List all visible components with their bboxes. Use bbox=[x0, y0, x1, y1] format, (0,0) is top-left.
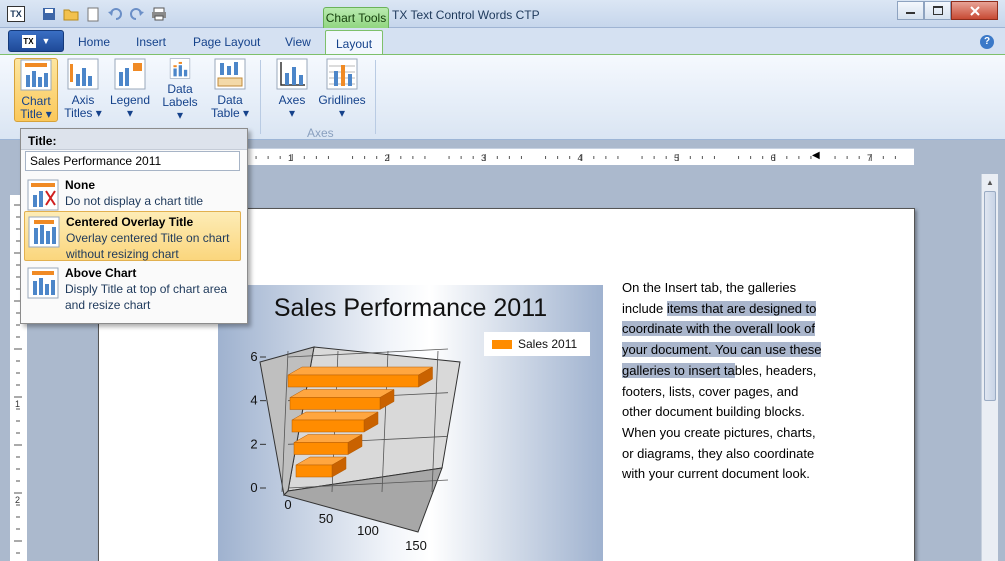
document-paragraph[interactable]: On the Insert tab, the galleries include… bbox=[622, 278, 822, 485]
close-button[interactable] bbox=[951, 1, 998, 20]
gridlines-icon bbox=[326, 58, 358, 90]
ruler-number: 4 bbox=[578, 153, 583, 163]
group-separator bbox=[260, 60, 261, 134]
option-none-title: None bbox=[65, 178, 95, 192]
save-icon[interactable] bbox=[40, 5, 58, 23]
scroll-thumb[interactable] bbox=[984, 191, 996, 401]
chart-bar[interactable] bbox=[291, 411, 379, 433]
chart-tools-context-tab: Chart Tools bbox=[323, 7, 389, 29]
chart-bar[interactable] bbox=[289, 389, 395, 410]
no-title-icon bbox=[27, 179, 59, 211]
axes-button[interactable]: Axes ▾ bbox=[270, 58, 314, 122]
gridlines-label-2: ▾ bbox=[338, 106, 346, 120]
tab-page-layout[interactable]: Page Layout bbox=[193, 35, 260, 49]
axes-icon bbox=[276, 58, 308, 90]
legend-button[interactable]: Legend ▾ bbox=[108, 58, 152, 122]
y-tick-label: 2 bbox=[250, 436, 257, 451]
group-separator-2 bbox=[375, 60, 376, 134]
chart-title-label-2: Title ▾ bbox=[20, 107, 52, 121]
ruler-number: 7 bbox=[867, 153, 872, 163]
tab-home[interactable]: Home bbox=[78, 35, 110, 49]
axes-group-label: Axes bbox=[307, 126, 334, 140]
window-title: TX Text Control Words CTP bbox=[392, 8, 540, 22]
help-icon[interactable]: ? bbox=[980, 35, 994, 49]
centered-overlay-icon bbox=[28, 216, 60, 248]
ruler-number: 5 bbox=[674, 153, 679, 163]
gridlines-button[interactable]: Gridlines ▾ bbox=[316, 58, 368, 122]
print-icon[interactable] bbox=[150, 5, 168, 23]
data-labels-label-2: Labels ▾ bbox=[162, 95, 198, 122]
application-menu-button[interactable]: TX ▼ bbox=[8, 30, 64, 52]
ruler-tab-marker-icon[interactable]: ◀ bbox=[812, 150, 820, 161]
option-above-title: Above Chart bbox=[65, 266, 137, 280]
chart-bar[interactable] bbox=[293, 434, 363, 455]
option-centered-desc: Overlay centered Title on chart without … bbox=[66, 231, 230, 261]
axis-titles-label-2: Titles ▾ bbox=[64, 106, 102, 120]
ruler-number: 2 bbox=[385, 153, 390, 163]
undo-icon[interactable] bbox=[106, 5, 124, 23]
vruler-number: 2 bbox=[15, 495, 20, 505]
tab-insert[interactable]: Insert bbox=[136, 35, 166, 49]
chart-title-input[interactable] bbox=[25, 151, 240, 171]
legend-label-2: ▾ bbox=[126, 106, 134, 120]
vertical-scrollbar[interactable]: ▲ bbox=[981, 174, 998, 561]
option-none-desc: Do not display a chart title bbox=[65, 194, 204, 208]
chart-bar[interactable] bbox=[287, 366, 434, 388]
chevron-down-icon: ▼ bbox=[41, 36, 51, 46]
option-centered-overlay[interactable]: Centered Overlay Title Overlay centered T… bbox=[24, 211, 241, 261]
chart-title-icon bbox=[20, 59, 52, 91]
ruler-number: 1 bbox=[288, 153, 293, 163]
scroll-up-arrow-icon[interactable]: ▲ bbox=[982, 174, 998, 191]
x-tick-label: 0 bbox=[284, 497, 291, 512]
y-tick-label: 4 bbox=[250, 393, 257, 408]
redo-icon[interactable] bbox=[128, 5, 146, 23]
x-tick-label: 150 bbox=[405, 538, 427, 553]
data-labels-icon bbox=[169, 58, 191, 79]
axis-titles-icon bbox=[67, 58, 99, 90]
ruler-number: 3 bbox=[481, 153, 486, 163]
data-table-icon bbox=[214, 58, 246, 90]
data-labels-button[interactable]: Data Labels ▾ bbox=[158, 58, 202, 122]
new-document-icon[interactable] bbox=[84, 5, 102, 23]
minimize-button[interactable] bbox=[897, 1, 924, 20]
text-run-2: bles, headers, footers, lists, cover pag… bbox=[622, 362, 817, 482]
x-tick-label: 50 bbox=[319, 511, 333, 526]
data-table-label-2: Table ▾ bbox=[210, 106, 250, 120]
ruler-number: 6 bbox=[771, 153, 776, 163]
axis-titles-button[interactable]: Axis Titles ▾ bbox=[61, 58, 105, 122]
tab-layout[interactable]: Layout bbox=[325, 30, 384, 55]
option-above-chart[interactable]: Above Chart Disply Title at top of chart … bbox=[24, 263, 241, 313]
tab-view[interactable]: View bbox=[285, 35, 311, 49]
above-chart-icon bbox=[27, 267, 59, 299]
vruler-number: 1 bbox=[15, 399, 20, 409]
x-tick-label: 100 bbox=[357, 523, 379, 538]
chart-title-button[interactable]: Chart Title ▾ bbox=[14, 58, 58, 122]
chart-plot: 0 2 4 6 0 50 100 150 bbox=[250, 346, 461, 553]
app-logo-icon: TX bbox=[7, 6, 25, 22]
app-menu-logo-icon: TX bbox=[21, 34, 36, 48]
option-above-desc: Disply Title at top of chart area and re… bbox=[65, 282, 228, 312]
open-folder-icon[interactable] bbox=[62, 5, 80, 23]
y-tick-label: 6 bbox=[250, 349, 257, 364]
option-centered-title: Centered Overlay Title bbox=[66, 215, 194, 229]
legend-icon bbox=[114, 58, 146, 90]
y-tick-label: 0 bbox=[250, 480, 257, 495]
dropdown-header: Title: bbox=[21, 129, 247, 150]
axes-label-2: ▾ bbox=[288, 106, 296, 120]
data-table-button[interactable]: Data Table ▾ bbox=[208, 58, 252, 122]
maximize-button[interactable] bbox=[924, 1, 951, 20]
